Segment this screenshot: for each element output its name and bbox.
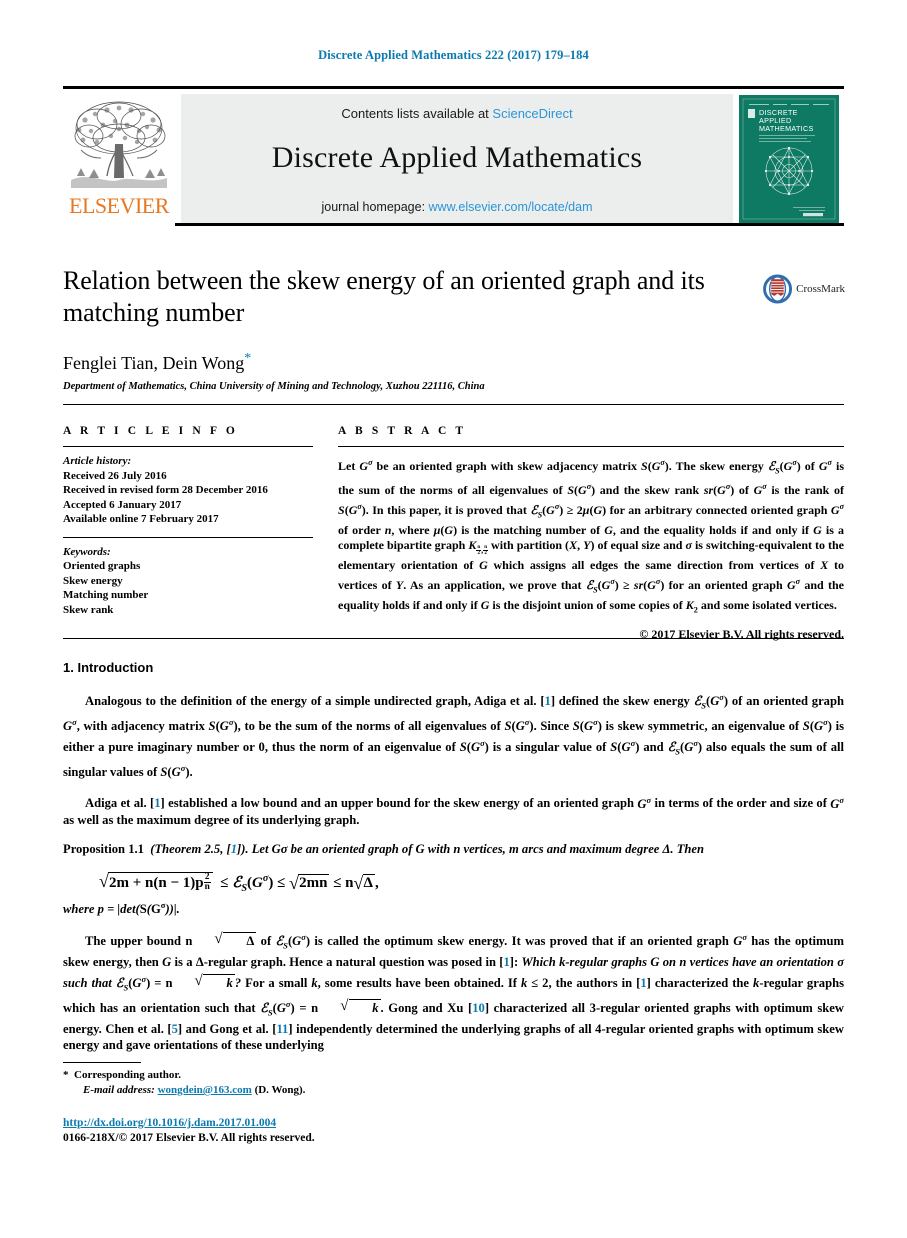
elsevier-logo: ELSEVIER bbox=[63, 92, 175, 226]
sciencedirect-link[interactable]: ScienceDirect bbox=[492, 106, 572, 121]
keywords-block: Keywords: Oriented graphs Skew energy Ma… bbox=[63, 536, 313, 618]
history-item: Received in revised form 28 December 201… bbox=[63, 484, 268, 496]
abstract-text: Let Gσ be an oriented graph with skew ad… bbox=[338, 458, 845, 615]
proposition-formula: 2m + n(n − 1)p2n ≤ ℰS(Gσ) ≤ 2mn ≤ nΔ, bbox=[99, 871, 844, 894]
proposition-text: Let Gσ be an oriented graph of G with n … bbox=[251, 842, 705, 857]
citation-ref[interactable]: 1 bbox=[640, 976, 646, 990]
journal-cover-image: DISCRETE APPLIED MATHEMATICS bbox=[739, 95, 839, 223]
body-content: 1. Introduction Analogous to the definit… bbox=[63, 660, 844, 1065]
citation-ref[interactable]: 10 bbox=[472, 1001, 485, 1015]
keywords-rule bbox=[63, 536, 313, 538]
keyword-item: Oriented graphs bbox=[63, 560, 141, 572]
proposition-source-open: (Theorem 2.5, [ bbox=[150, 842, 231, 857]
issn-copyright-line: 0166-218X/© 2017 Elsevier B.V. All right… bbox=[63, 1132, 315, 1144]
doi-block: http://dx.doi.org/10.1016/j.dam.2017.01.… bbox=[63, 1116, 583, 1146]
abstract-heading: A B S T R A C T bbox=[338, 425, 467, 437]
body-divider bbox=[63, 638, 844, 639]
section-heading-introduction: 1. Introduction bbox=[63, 660, 154, 675]
crossmark-badge[interactable]: CrossMark bbox=[763, 272, 845, 306]
journal-homepage-link[interactable]: www.elsevier.com/locate/dam bbox=[429, 200, 593, 214]
proposition-statement: Proposition 1.1 (Theorem 2.5, [1]). Let … bbox=[63, 841, 844, 857]
formula-where-clause: where p = |det(S(Gσ))|. bbox=[63, 899, 180, 917]
abstract-section: A B S T R A C T Let Gσ be an oriented gr… bbox=[338, 425, 844, 642]
article-info-rule bbox=[63, 446, 313, 447]
footnote-corresponding-line: * Corresponding author. bbox=[63, 1068, 563, 1083]
history-item: Received 26 July 2016 bbox=[63, 469, 167, 482]
crossmark-label: CrossMark bbox=[796, 283, 845, 295]
author-names: Fenglei Tian, Dein Wong bbox=[63, 353, 245, 373]
contents-prefix: Contents lists available at bbox=[341, 106, 493, 121]
citation-ref[interactable]: 5 bbox=[172, 1022, 178, 1036]
footnote-star: * bbox=[63, 1069, 69, 1081]
homepage-prefix: journal homepage: bbox=[321, 200, 429, 214]
email-link[interactable]: wongdein@163.com bbox=[158, 1084, 252, 1096]
proposition-label: Proposition 1.1 bbox=[63, 842, 144, 857]
journal-cover-thumbnail[interactable]: DISCRETE APPLIED MATHEMATICS bbox=[739, 92, 844, 226]
article-history: Article history: Received 26 July 2016 R… bbox=[63, 454, 313, 527]
article-history-heading: Article history: bbox=[63, 455, 132, 467]
elsevier-wordmark: ELSEVIER bbox=[69, 193, 169, 218]
keyword-item: Matching number bbox=[63, 589, 149, 601]
email-label: E-mail address: bbox=[83, 1084, 155, 1096]
citation-ref[interactable]: 1 bbox=[545, 694, 551, 708]
body-paragraph: Analogous to the definition of the energ… bbox=[63, 692, 845, 779]
footnote-block: * Corresponding author. E-mail address: … bbox=[63, 1068, 563, 1098]
corresponding-author-marker[interactable]: * bbox=[244, 351, 251, 366]
footnote-corresponding-text: Corresponding author. bbox=[74, 1069, 181, 1081]
title-block: Relation between the skew energy of an o… bbox=[63, 265, 753, 392]
body-paragraph: Adiga et al. [1] established a low bound… bbox=[63, 794, 844, 827]
footnote-email-line: E-mail address: wongdein@163.com (D. Won… bbox=[83, 1083, 563, 1098]
citation-ref[interactable]: 1 bbox=[503, 955, 509, 969]
history-item: Accepted 6 January 2017 bbox=[63, 498, 182, 511]
citation-ref[interactable]: 1 bbox=[154, 797, 160, 811]
keyword-item: Skew energy bbox=[63, 574, 123, 587]
citation-ref[interactable]: 11 bbox=[276, 1022, 288, 1036]
running-head: Discrete Applied Mathematics 222 (2017) … bbox=[318, 48, 589, 62]
svg-text:MATHEMATICS: MATHEMATICS bbox=[759, 124, 814, 133]
journal-masthead: ELSEVIER Contents lists available at Sci… bbox=[63, 86, 844, 226]
journal-title: Discrete Applied Mathematics bbox=[271, 141, 643, 174]
abstract-rule bbox=[338, 446, 844, 447]
email-owner: (D. Wong). bbox=[254, 1084, 306, 1096]
crossmark-icon bbox=[763, 274, 793, 304]
author-list: Fenglei Tian, Dein Wong* bbox=[63, 351, 753, 374]
paper-page: Discrete Applied Mathematics 222 (2017) … bbox=[0, 0, 907, 1238]
keyword-item: Skew rank bbox=[63, 603, 114, 616]
abstract-copyright: © 2017 Elsevier B.V. All rights reserved… bbox=[639, 626, 844, 641]
footnote-divider bbox=[63, 1062, 141, 1063]
elsevier-tree-icon bbox=[71, 101, 167, 188]
affiliation: Department of Mathematics, China Univers… bbox=[63, 381, 485, 392]
body-paragraph: The upper bound nΔ of ℰS(Gσ) is called t… bbox=[63, 929, 844, 1054]
homepage-line: journal homepage: www.elsevier.com/locat… bbox=[181, 200, 733, 214]
article-info-section: A R T I C L E I N F O Article history: R… bbox=[63, 425, 313, 617]
doi-link[interactable]: http://dx.doi.org/10.1016/j.dam.2017.01.… bbox=[63, 1117, 276, 1129]
title-divider bbox=[63, 404, 844, 405]
article-info-heading: A R T I C L E I N F O bbox=[63, 425, 238, 437]
journal-band: Contents lists available at ScienceDirec… bbox=[181, 94, 733, 223]
proposition-source-close: ]). bbox=[237, 842, 249, 857]
contents-line: Contents lists available at ScienceDirec… bbox=[181, 94, 733, 121]
history-item: Available online 7 February 2017 bbox=[63, 513, 219, 525]
page-title: Relation between the skew energy of an o… bbox=[63, 266, 705, 327]
keywords-heading: Keywords: bbox=[63, 545, 111, 558]
